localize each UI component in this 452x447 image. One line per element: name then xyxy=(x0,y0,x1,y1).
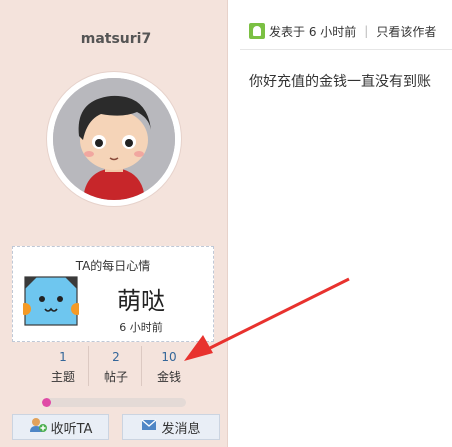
online-user-icon xyxy=(249,23,265,39)
only-author-link[interactable]: 只看该作者 xyxy=(376,23,436,40)
stat-money[interactable]: 10 金钱 xyxy=(141,344,197,388)
stat-label: 金钱 xyxy=(156,370,181,384)
post-meta: 发表于 6 小时前 | 只看该作者 xyxy=(249,20,452,42)
avatar[interactable] xyxy=(47,72,181,206)
mood-time: 6 小时前 xyxy=(119,321,163,334)
blue-cat-face-icon xyxy=(19,275,83,331)
stat-label: 帖子 xyxy=(103,370,128,384)
level-progress-bar xyxy=(42,398,186,407)
posted-time: 发表于 6 小时前 xyxy=(269,24,357,39)
meta-separator: | xyxy=(364,24,369,38)
envelope-icon xyxy=(141,418,157,436)
post-divider xyxy=(240,49,452,50)
stat-threads[interactable]: 1 主题 xyxy=(35,344,91,388)
follow-icon xyxy=(29,417,47,437)
stat-number: 2 xyxy=(112,350,120,364)
username-link[interactable]: matsuri7 xyxy=(0,31,232,47)
send-message-button[interactable]: 发消息 xyxy=(122,414,220,440)
level-progress-fill xyxy=(42,398,51,407)
user-stats: 1 主题 2 帖子 10 金钱 xyxy=(35,344,205,388)
follow-button-label: 收听TA xyxy=(50,421,93,437)
follow-button[interactable]: 收听TA xyxy=(12,414,109,440)
send-message-label: 发消息 xyxy=(161,421,201,437)
stat-posts[interactable]: 2 帖子 xyxy=(88,344,144,388)
stat-number: 1 xyxy=(59,350,67,364)
mood-title: TA的每日心情 xyxy=(75,259,151,273)
stat-number: 10 xyxy=(161,350,177,364)
stat-label: 主题 xyxy=(50,370,75,384)
post-body: 你好充值的金钱一直没有到账 xyxy=(249,74,431,90)
mood-value: 萌哒 xyxy=(117,287,165,315)
daily-mood-card: TA的每日心情 萌哒 6 小时前 xyxy=(12,246,214,342)
cartoon-boy-avatar-icon xyxy=(53,78,175,200)
author-sidebar: matsuri7 TA的每日心情 萌哒 6 小时前 1 主题 2 帖子 10 金… xyxy=(0,0,228,447)
